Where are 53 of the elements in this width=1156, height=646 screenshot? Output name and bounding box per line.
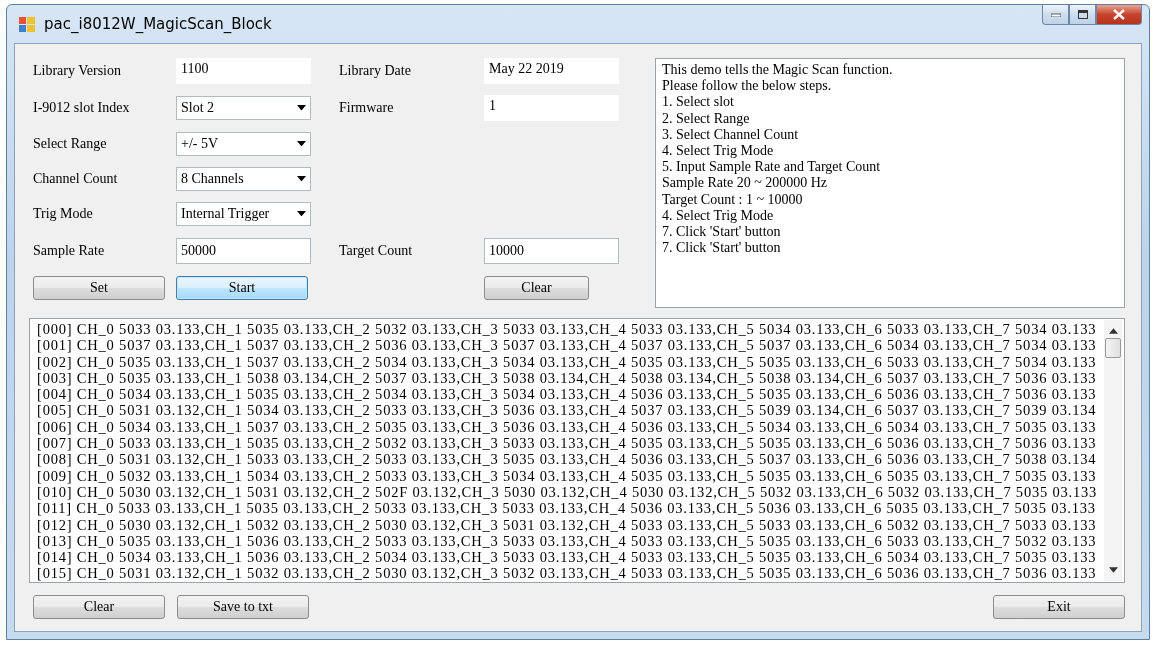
instruction-line: 7. Click 'Start' button (662, 240, 782, 257)
log-line: [003] CH_0 5035 03.133,CH_1 5038 03.134,CH_2 5037 03.133,CH_3 5038 03.134,CH_4 5038 03.134,CH_5 5038 03.134,CH_6 5037 03.133,CH_7 5036 03.133 (37, 369, 1098, 387)
log-line: [014] CH_0 5034 03.133,CH_1 5036 03.133,CH_2 5034 03.133,CH_3 5033 03.133,CH_4 5033 03.133,CH_5 5035 03.133,CH_6 5034 03.133,CH_7 5035 03.133 (37, 549, 1098, 566)
instruction-line: 2. Select Range (662, 110, 751, 127)
instruction-line: This demo tells the Magic Scan function. (662, 62, 894, 79)
dropdown[interactable]: +/- 5V (176, 131, 311, 156)
field-label: Library Date (339, 63, 412, 79)
button[interactable]: Clear (33, 595, 165, 619)
instruction-line: 3. Select Channel Count (662, 126, 800, 143)
readonly-field: 1 (484, 95, 619, 121)
log-line: [004] CH_0 5034 03.133,CH_1 5035 03.133,CH_2 5034 03.133,CH_3 5034 03.133,CH_4 5036 03.133,CH_5 5035 03.133,CH_6 5036 03.133,CH_7 5036 03.133 (37, 386, 1098, 403)
log-line: [001] CH_0 5037 03.133,CH_1 5037 03.133,CH_2 5036 03.133,CH_3 5037 03.133,CH_4 5037 03.133,CH_5 5037 03.133,CH_6 5034 03.133,CH_7 5034 03.133 (37, 337, 1098, 354)
field-label: Select Range (33, 135, 108, 152)
log-line: [013] CH_0 5035 03.133,CH_1 5036 03.133,CH_2 5033 03.133,CH_3 5033 03.133,CH_4 5033 03.133,CH_5 5035 03.133,CH_6 5033 03.133,CH_7 5032 03.133 (37, 532, 1098, 550)
log-line: [006] CH_0 5034 03.133,CH_1 5037 03.133,CH_2 5035 03.133,CH_3 5036 03.133,CH_4 5036 03.133,CH_5 5034 03.133,CH_6 5034 03.133,CH_7 5035 03.133 (37, 418, 1098, 436)
instruction-line: 5. Input Sample Rate and Target Count (662, 159, 882, 176)
input-field[interactable]: 10000 (484, 238, 619, 264)
instruction-line: Please follow the below steps. (662, 78, 833, 95)
input-field[interactable]: 50000 (176, 238, 311, 264)
field-label: Library Version (33, 63, 122, 79)
dropdown[interactable]: Slot 2 (176, 96, 311, 120)
field-label: Trig Mode (33, 205, 94, 222)
log-line: [000] CH_0 5033 03.133,CH_1 5035 03.133,CH_2 5032 03.133,CH_3 5033 03.133,CH_4 5033 03.133,CH_5 5034 03.133,CH_6 5033 03.133,CH_7 5034 03.133 (37, 321, 1098, 338)
field-label: Channel Count (33, 170, 119, 187)
button[interactable]: Save to txt (177, 595, 309, 619)
field-label: Target Count (339, 243, 414, 259)
instruction-line: Target Count : 1 ~ 10000 (662, 191, 804, 208)
log-line: [009] CH_0 5032 03.133,CH_1 5034 03.133,CH_2 5033 03.133,CH_3 5034 03.133,CH_4 5035 03.133,CH_5 5035 03.133,CH_6 5035 03.133,CH_7 5035 03.133 (37, 467, 1098, 484)
log-line: [008] CH_0 5031 03.132,CH_1 5033 03.133,CH_2 5033 03.133,CH_3 5035 03.133,CH_4 5036 03.133,CH_5 5037 03.133,CH_6 5036 03.133,CH_7 5038 03.134 (37, 451, 1098, 468)
readonly-field: 1100 (176, 58, 311, 84)
instruction-line: 4. Select Trig Mode (662, 207, 775, 225)
field-label: Firmware (339, 100, 395, 116)
instruction-line: 7. Click 'Start' button (662, 224, 782, 241)
instruction-line: 1. Select slot (662, 94, 735, 111)
window-title: pac_i8012W_MagicScan_Block (44, 15, 273, 33)
instruction-line: Sample Rate 20 ~ 200000 Hz (662, 175, 829, 192)
readonly-field: May 22 2019 (484, 58, 619, 84)
log-line: [010] CH_0 5030 03.132,CH_1 5031 03.132,CH_2 502F 03.132,CH_3 5030 03.132,CH_4 5030 03.132,CH_5 5032 03.133,CH_6 5032 03.133,CH_7 5035 03.133 (37, 483, 1098, 501)
log-line: [011] CH_0 5033 03.133,CH_1 5035 03.133,CH_2 5033 03.133,CH_3 5033 03.133,CH_4 5036 03.133,CH_5 5036 03.133,CH_6 5035 03.133,CH_7 5035 03.133 (37, 500, 1097, 517)
dropdown[interactable]: 8 Channels (176, 166, 311, 191)
button[interactable]: Exit (993, 595, 1125, 619)
log-line: [007] CH_0 5033 03.133,CH_1 5035 03.133,CH_2 5032 03.133,CH_3 5033 03.133,CH_4 5035 03.133,CH_5 5035 03.133,CH_6 5036 03.133,CH_7 5036 03.133 (37, 435, 1098, 452)
log-line: [012] CH_0 5030 03.132,CH_1 5032 03.133,CH_2 5030 03.132,CH_3 5031 03.132,CH_4 5033 03.133,CH_5 5033 03.133,CH_6 5032 03.133,CH_7 5033 03.133 (37, 516, 1098, 533)
log-line: [005] CH_0 5031 03.132,CH_1 5034 03.133,CH_2 5033 03.133,CH_3 5036 03.133,CH_4 5037 03.133,CH_5 5039 03.134,CH_6 5037 03.133,CH_7 5039 03.134 (37, 402, 1098, 419)
log-line: [015] CH_0 5031 03.132,CH_1 5032 03.133,CH_2 5030 03.132,CH_3 5032 03.133,CH_4 5033 03.133,CH_5 5035 03.133,CH_6 5036 03.133,CH_7 5036 03.133 (37, 565, 1098, 582)
field-label: Sample Rate (33, 243, 106, 259)
button[interactable]: Clear (484, 276, 589, 300)
button[interactable]: Set (33, 276, 165, 300)
log-line: [002] CH_0 5035 03.133,CH_1 5037 03.133,CH_2 5034 03.133,CH_3 5034 03.133,CH_4 5035 03.133,CH_5 5035 03.133,CH_6 5033 03.133,CH_7 5034 03.133 (37, 353, 1098, 370)
button[interactable]: Start (176, 276, 308, 300)
dropdown[interactable]: Internal Trigger (176, 201, 311, 226)
field-label: I-9012 slot Index (33, 100, 131, 116)
instruction-line: 4. Select Trig Mode (662, 143, 775, 160)
